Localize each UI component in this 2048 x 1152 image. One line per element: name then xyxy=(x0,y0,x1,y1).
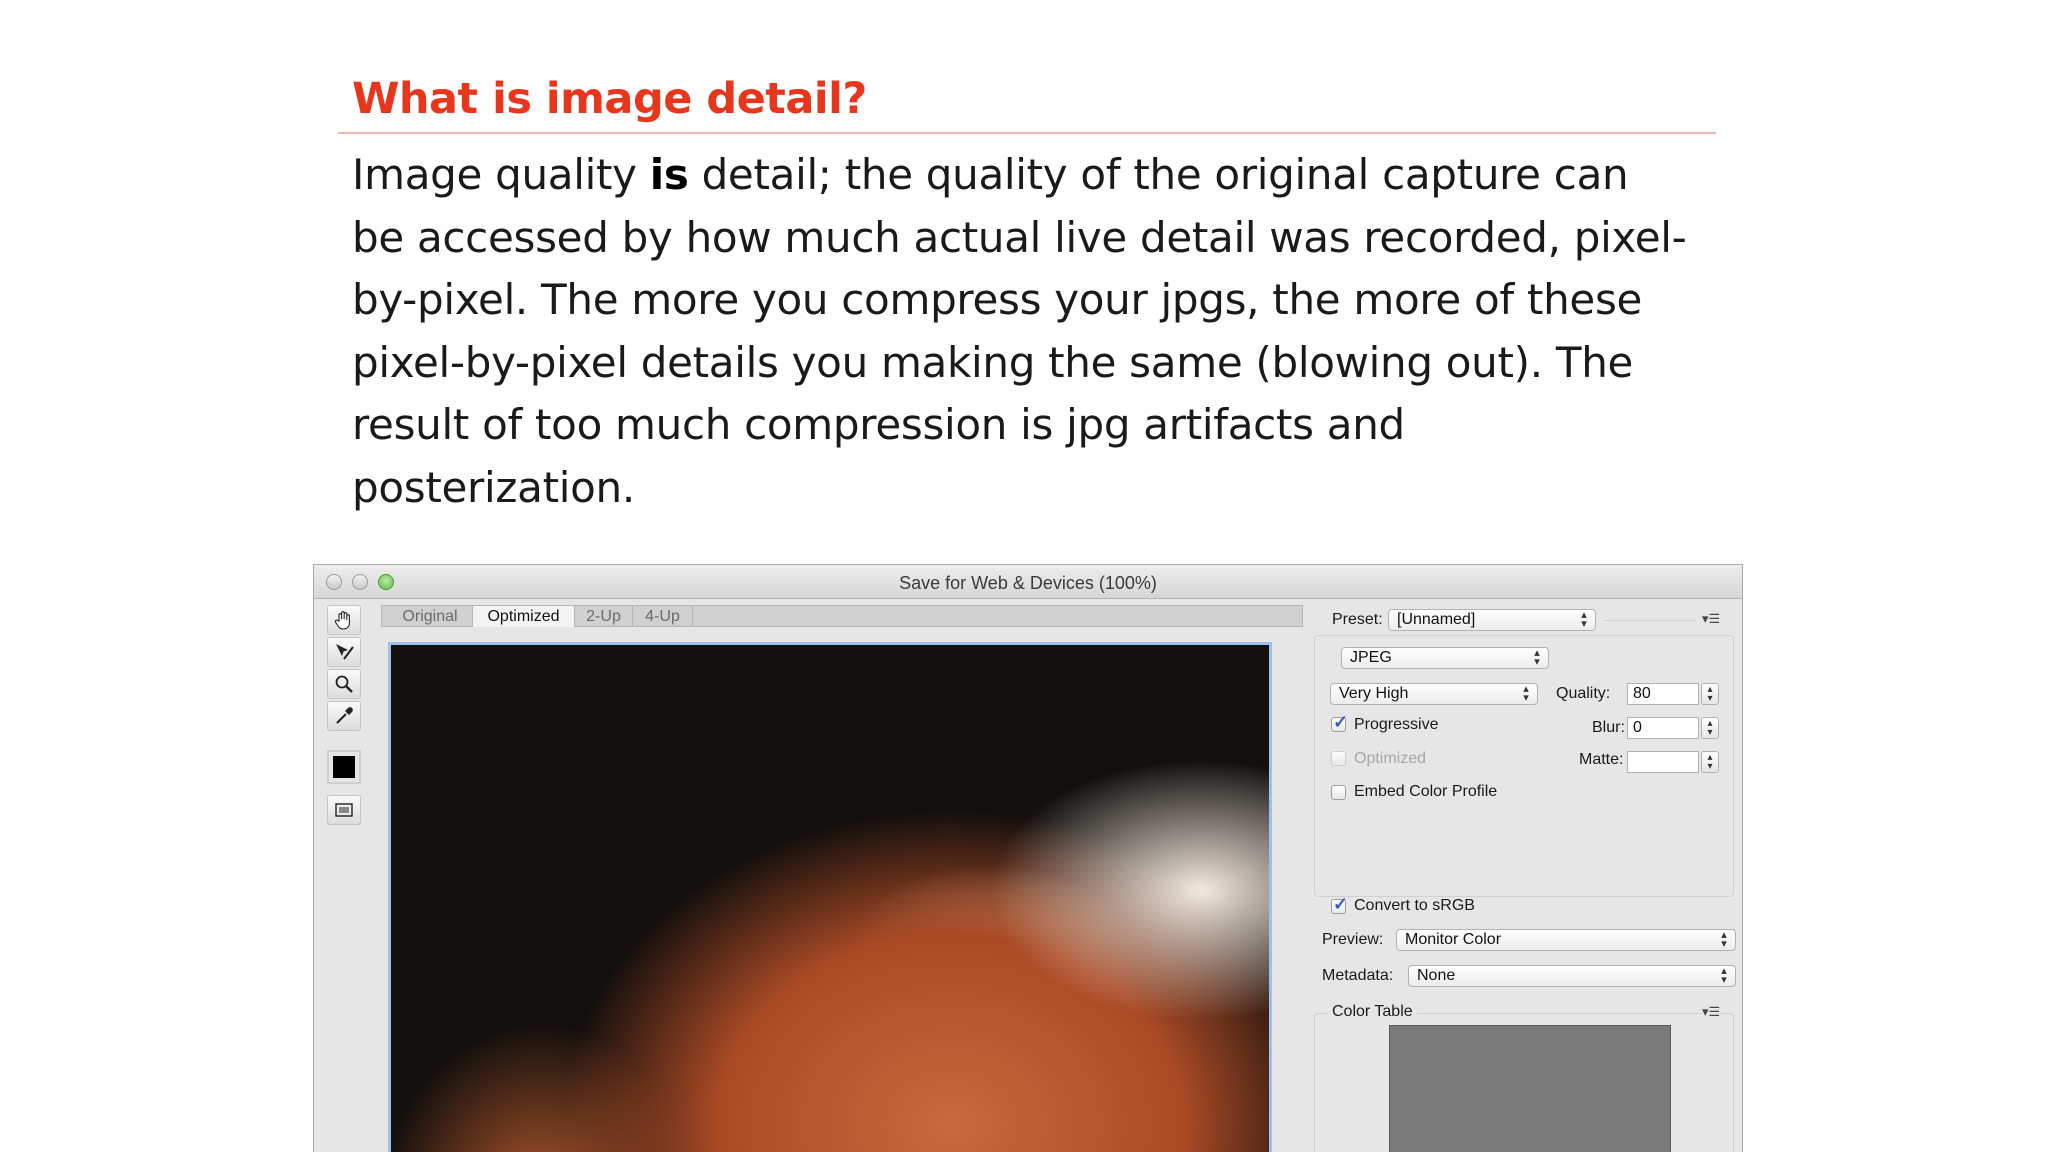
tab-original[interactable]: Original xyxy=(388,606,473,627)
quality-stepper[interactable]: ▴ ▾ xyxy=(1701,683,1719,705)
updown-arrows-icon: ▴ ▾ xyxy=(1721,929,1727,950)
preset-menu-icon[interactable]: ▾☰ xyxy=(1702,611,1720,627)
hand-tool[interactable] xyxy=(327,605,361,635)
tool-column xyxy=(324,605,364,1152)
settings-panel: Preset: [Unnamed] ▴ ▾ ▾☰ JPEG ▴ ▾ Very Hig… xyxy=(1304,599,1742,1152)
body-text-bold: is xyxy=(649,150,689,199)
blur-stepper[interactable]: ▴ ▾ xyxy=(1701,717,1719,739)
quality-label: Quality: xyxy=(1556,685,1611,702)
slices-icon xyxy=(335,803,353,817)
file-format-select[interactable]: JPEG ▴ ▾ xyxy=(1341,647,1549,669)
metadata-label: Metadata: xyxy=(1322,967,1394,984)
preset-divider xyxy=(1604,620,1696,621)
progressive-label: Progressive xyxy=(1354,716,1439,733)
updown-arrows-icon: ▴ ▾ xyxy=(1721,965,1727,986)
optimized-checkbox[interactable] xyxy=(1331,751,1346,766)
color-table-menu-icon[interactable]: ▾☰ xyxy=(1702,1004,1721,1020)
zoom-tool[interactable] xyxy=(327,669,361,699)
eyedropper-icon xyxy=(336,707,353,724)
blur-label: Blur: xyxy=(1592,719,1625,736)
title-divider xyxy=(338,132,1716,134)
optimized-label: Optimized xyxy=(1354,750,1427,767)
matte-label: Matte: xyxy=(1579,751,1624,768)
color-table-swatch-area[interactable] xyxy=(1389,1025,1671,1152)
tab-2-up[interactable]: 2-Up xyxy=(575,606,633,627)
slide-title: What is image detail? xyxy=(352,74,867,124)
matte-stepper[interactable]: ▴ ▾ xyxy=(1701,751,1719,773)
quality-input[interactable]: 80 xyxy=(1627,683,1699,705)
embed-color-profile-label: Embed Color Profile xyxy=(1354,783,1498,800)
slide-body-text: Image quality is detail; the quality of … xyxy=(352,144,1692,519)
magnifier-icon xyxy=(335,675,353,693)
quality-preset-value: Very High xyxy=(1339,685,1409,702)
toggle-slice-visibility-tool[interactable] xyxy=(327,795,361,825)
window-titlebar[interactable]: Save for Web & Devices (100%) xyxy=(314,565,1742,599)
quality-preset-select[interactable]: Very High ▴ ▾ xyxy=(1330,683,1538,705)
checkmark-icon: ✓ xyxy=(1333,894,1349,914)
updown-arrows-icon: ▴ ▾ xyxy=(1581,609,1587,630)
slice-select-tool[interactable] xyxy=(327,637,361,667)
checkmark-icon: ✓ xyxy=(1333,712,1349,732)
body-text-start: Image quality xyxy=(352,150,650,199)
updown-arrows-icon: ▴ ▾ xyxy=(1534,647,1540,668)
window-title: Save for Web & Devices (100%) xyxy=(899,573,1157,593)
matte-input[interactable] xyxy=(1627,751,1699,773)
tab-4-up[interactable]: 4-Up xyxy=(633,606,693,627)
image-preview[interactable] xyxy=(388,642,1272,1152)
metadata-select[interactable]: None ▴ ▾ xyxy=(1408,965,1736,987)
preview-label: Preview: xyxy=(1322,931,1384,948)
save-for-web-window: Save for Web & Devices (100%) Original O… xyxy=(313,564,1743,1152)
slice-select-icon xyxy=(336,644,354,660)
convert-to-srgb-label: Convert to sRGB xyxy=(1354,897,1475,914)
eyedropper-color-swatch[interactable] xyxy=(327,750,361,784)
embed-color-profile-checkbox[interactable] xyxy=(1331,785,1346,800)
preview-value: Monitor Color xyxy=(1405,931,1502,948)
hand-icon xyxy=(334,611,350,630)
view-tabs: Original Optimized 2-Up 4-Up xyxy=(381,605,1303,627)
preset-select[interactable]: [Unnamed] ▴ ▾ xyxy=(1388,609,1596,631)
preview-select[interactable]: Monitor Color ▴ ▾ xyxy=(1396,929,1736,951)
file-format-value: JPEG xyxy=(1350,649,1392,666)
blur-input[interactable]: 0 xyxy=(1627,717,1699,739)
tab-optimized[interactable]: Optimized xyxy=(473,606,575,627)
color-table-label: Color Table xyxy=(1328,1003,1417,1021)
preset-value: [Unnamed] xyxy=(1397,611,1476,628)
eyedropper-tool[interactable] xyxy=(327,701,361,731)
updown-arrows-icon: ▴ ▾ xyxy=(1523,683,1529,704)
preset-label: Preset: xyxy=(1332,611,1383,628)
progressive-checkbox[interactable]: ✓ xyxy=(1331,712,1348,732)
body-text-rest: detail; the quality of the original capt… xyxy=(352,150,1687,512)
convert-to-srgb-checkbox[interactable]: ✓ xyxy=(1331,894,1348,914)
metadata-value: None xyxy=(1417,967,1456,984)
